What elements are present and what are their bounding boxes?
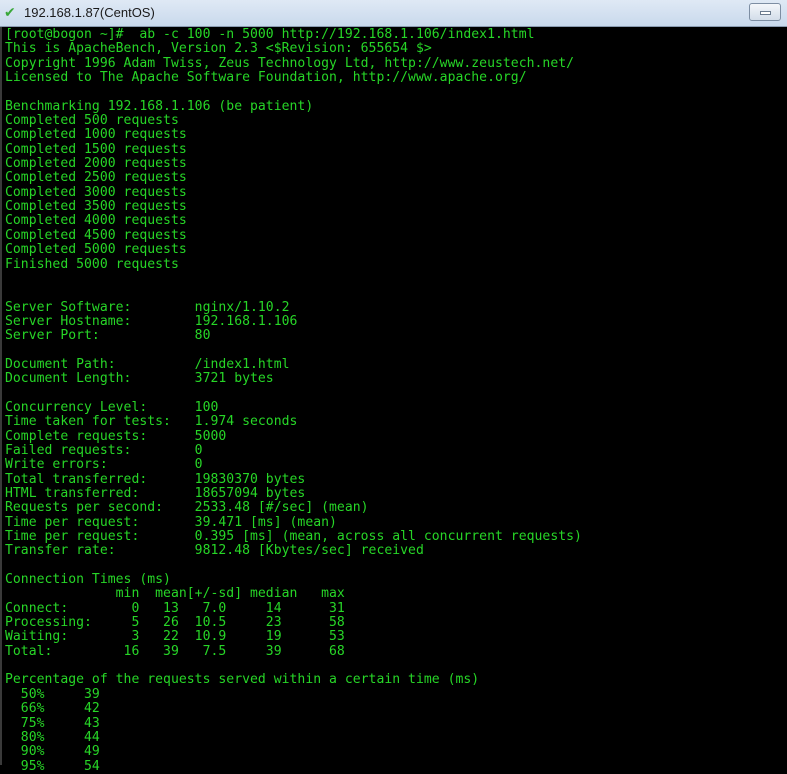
terminal-line: Complete requests: 5000 [5,428,227,444]
terminal-line: HTML transferred: 18657094 bytes [5,486,306,501]
terminal-line: Requests per second: 2533.48 [#/sec] (me… [5,500,369,516]
terminal-line: Completed 3000 requests [5,184,187,200]
terminal-line: 66% 42 [5,701,100,717]
terminal-line: min mean[+/-sd] median max [5,586,345,602]
minimize-icon [760,11,771,15]
terminal-line: Completed 500 requests [5,113,179,129]
terminal-line: 50% 39 [5,686,100,702]
terminal-line: Time taken for tests: 1.974 seconds [5,414,298,430]
terminal-line: Completed 2500 requests [5,170,187,186]
terminal-line: [root@bogon ~]# ab -c 100 -n 5000 http:/… [5,27,535,42]
window-titlebar: ✔ 192.168.1.87(CentOS) [0,0,787,27]
terminal-line: Write errors: 0 [5,457,203,473]
terminal-line: Processing: 5 26 10.5 23 58 [5,615,345,631]
terminal-line: Copyright 1996 Adam Twiss, Zeus Technolo… [5,55,575,71]
terminal-line: Server Software: nginx/1.10.2 [5,299,290,315]
terminal-line: Percentage of the requests served within… [5,672,480,688]
check-icon: ✔ [4,5,16,21]
terminal-line: Document Length: 3721 bytes [5,371,274,387]
terminal-line: Completed 2000 requests [5,156,187,172]
terminal-line: Benchmarking 192.168.1.106 (be patient) [5,98,314,114]
terminal-line: Completed 1500 requests [5,141,187,157]
terminal-line: Licensed to The Apache Software Foundati… [5,70,527,86]
terminal-line: Transfer rate: 9812.48 [Kbytes/sec] rece… [5,543,424,559]
terminal-line: Completed 5000 requests [5,242,187,258]
terminal-line: 75% 43 [5,715,100,731]
terminal-line: Time per request: 39.471 [ms] (mean) [5,514,337,530]
terminal-line: Waiting: 3 22 10.9 19 53 [5,629,345,645]
terminal-line: Connect: 0 13 7.0 14 31 [5,600,345,616]
terminal-line: Completed 4500 requests [5,227,187,243]
terminal-line: Finished 5000 requests [5,256,179,272]
terminal-line: Server Hostname: 192.168.1.106 [5,313,298,329]
terminal-line: Document Path: /index1.html [5,356,290,372]
window-title: 192.168.1.87(CentOS) [24,5,155,20]
terminal-line: This is ApacheBench, Version 2.3 <$Revis… [5,41,432,57]
terminal-line: Total: 16 39 7.5 39 68 [5,643,345,659]
terminal-line: 90% 49 [5,744,100,760]
terminal-lines: [root@bogon ~]# ab -c 100 -n 5000 http:/… [5,27,582,774]
terminal-line: Failed requests: 0 [5,442,203,458]
terminal-line: Concurrency Level: 100 [5,399,219,415]
terminal-line: Time per request: 0.395 [ms] (mean, acro… [5,529,582,545]
terminal-line: 80% 44 [5,729,100,745]
terminal-line: Completed 3500 requests [5,199,187,215]
terminal-line: Server Port: 80 [5,328,211,344]
terminal-line: 95% 54 [5,758,100,774]
terminal-line: Completed 1000 requests [5,127,187,143]
terminal-output[interactable]: [root@bogon ~]# ab -c 100 -n 5000 http:/… [0,27,787,773]
terminal-line: Total transferred: 19830370 bytes [5,471,306,487]
terminal-line: Completed 4000 requests [5,213,187,229]
minimize-button[interactable] [749,3,781,21]
terminal-line: Connection Times (ms) [5,572,171,588]
